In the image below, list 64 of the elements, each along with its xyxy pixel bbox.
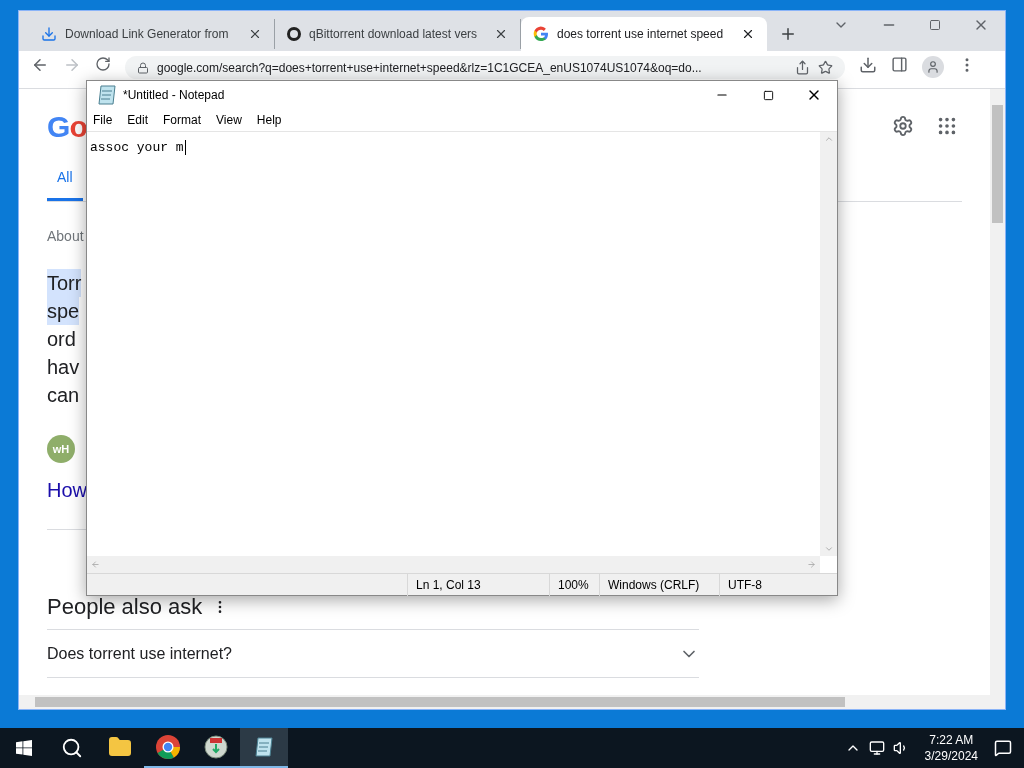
clock-time[interactable]: 7:22 AM (929, 732, 974, 748)
ring-icon (287, 27, 301, 41)
question-row[interactable]: Does torrent use internet? (47, 630, 699, 678)
menu-item[interactable]: View (216, 111, 242, 129)
apps-grid-icon[interactable] (936, 115, 958, 137)
search-icon (61, 737, 83, 759)
browser-tab[interactable]: does torrent use internet speed (521, 17, 767, 51)
snippet-text: ord (47, 327, 76, 352)
url-text: google.com/search?q=does+torrent+use+internet+speed&rlz=1C1GCEA_enUS1074US1074&oq=do... (157, 60, 703, 75)
network-icon[interactable] (868, 740, 885, 756)
share-icon[interactable] (795, 60, 810, 75)
menu-item[interactable]: Edit (127, 111, 149, 129)
snippet-text: spe (47, 297, 80, 325)
menu-item[interactable]: Format (163, 111, 202, 129)
section-heading: People also ask (47, 593, 203, 621)
notepad-icon (95, 83, 119, 107)
maximize-icon[interactable] (929, 19, 941, 31)
notepad-icon (252, 735, 276, 759)
close-icon[interactable] (248, 27, 262, 41)
address-bar[interactable]: google.com/search?q=does+torrent+use+internet+speed&rlz=1C1GCEA_enUS1074US1074&oq=do... (125, 56, 845, 79)
document-text: assoc your m (90, 140, 186, 155)
source-badge: wH (47, 435, 75, 463)
question-text: Does torrent use internet? (47, 643, 232, 664)
result-link[interactable]: How (47, 475, 87, 505)
download-icon (41, 26, 57, 42)
google-g-icon (533, 26, 549, 42)
notifications-icon[interactable] (994, 739, 1012, 757)
tab-title: qBittorrent download latest vers (309, 26, 479, 43)
search-tab[interactable]: All (47, 167, 83, 201)
browser-tab[interactable]: Download Link Generator from (29, 19, 275, 49)
side-panel-icon[interactable] (891, 56, 908, 73)
tab-title: Download Link Generator from (65, 26, 230, 43)
profile-avatar[interactable] (922, 56, 944, 78)
taskbar-app[interactable] (240, 728, 288, 768)
text-area[interactable]: assoc your m (87, 132, 820, 556)
logo[interactable]: Go (47, 103, 88, 149)
snippet-text: hav (47, 355, 80, 380)
close-icon[interactable] (494, 27, 508, 41)
bookmark-star-icon[interactable] (818, 60, 833, 75)
browser-icon (155, 734, 181, 760)
status-field: UTF-8 (719, 573, 829, 596)
window-title: *Untitled - Notepad (123, 87, 225, 104)
snippet-text: Torr (47, 269, 82, 297)
back-icon[interactable] (31, 56, 49, 74)
disc-icon (203, 734, 229, 760)
result-stats: About (47, 227, 84, 246)
folder-icon (108, 735, 132, 759)
settings-icon[interactable] (892, 115, 914, 137)
status-field: Ln 1, Col 13 (407, 573, 549, 596)
clock-date[interactable]: 3/29/2024 (924, 748, 978, 764)
reload-icon[interactable] (95, 56, 111, 72)
vertical-scrollbar[interactable] (990, 89, 1005, 709)
snippet-text: can (47, 383, 80, 408)
download-icon[interactable] (859, 56, 877, 74)
horizontal-scrollbar[interactable] (19, 695, 990, 709)
status-field: Windows (CRLF) (599, 573, 719, 596)
windows-logo-icon (16, 740, 32, 756)
status-field: 100% (549, 573, 599, 596)
menu-item[interactable]: File (93, 111, 113, 129)
menu-item[interactable]: Help (256, 111, 282, 129)
tab-title: does torrent use internet speed (557, 26, 725, 43)
lock-icon (137, 61, 149, 74)
close-icon[interactable] (741, 27, 755, 41)
new-tab-icon[interactable] (779, 25, 797, 43)
